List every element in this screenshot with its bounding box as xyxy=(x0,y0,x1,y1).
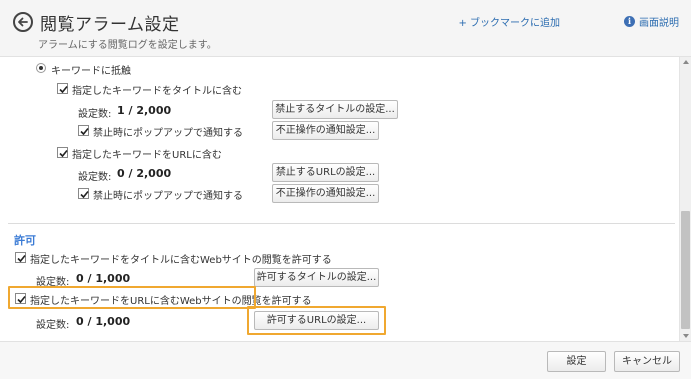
allow-section-title: 許可 xyxy=(14,234,36,247)
title-popup-checkbox[interactable] xyxy=(78,125,89,136)
url-count-value: 0 / 2,000 xyxy=(117,167,172,180)
settings-content: キーワードに抵触 指定したキーワードをタイトルに含む 設定数: 1 / 2,00… xyxy=(0,57,679,341)
info-icon: i xyxy=(624,16,635,27)
add-bookmark-link[interactable]: + ブックマークに追加 xyxy=(458,14,560,29)
keyword-violation-label: キーワードに抵触 xyxy=(51,66,131,77)
allow-title-count-value: 0 / 1,000 xyxy=(76,272,131,285)
forbidden-url-settings-button[interactable]: 禁止するURLの設定... xyxy=(272,163,379,182)
screen-help-link[interactable]: i 画面説明 xyxy=(624,14,679,29)
arrow-left-icon xyxy=(18,17,28,27)
save-button[interactable]: 設定 xyxy=(547,351,606,372)
scroll-down-arrow-icon[interactable] xyxy=(683,334,689,338)
title-notify-settings-button[interactable]: 不正操作の通知設定... xyxy=(272,121,379,140)
url-popup-label: 禁止時にポップアップで通知する xyxy=(93,191,243,202)
checkmark-icon xyxy=(17,254,26,263)
url-popup-checkbox[interactable] xyxy=(78,188,89,199)
title-keyword-checkbox[interactable] xyxy=(57,83,68,94)
forbidden-title-settings-button[interactable]: 禁止するタイトルの設定... xyxy=(272,100,398,119)
screen-help-label: 画面説明 xyxy=(639,18,679,29)
back-button[interactable] xyxy=(13,12,33,32)
allow-url-count-label: 設定数: xyxy=(36,320,70,331)
url-notify-settings-button[interactable]: 不正操作の通知設定... xyxy=(272,184,379,203)
title-keyword-label: 指定したキーワードをタイトルに含む xyxy=(72,86,242,97)
scroll-up-arrow-icon[interactable] xyxy=(683,60,689,64)
page-header: 閲覧アラーム設定 アラームにする閲覧ログを設定します。 + ブックマークに追加 … xyxy=(0,0,691,57)
allow-url-checkbox[interactable] xyxy=(15,293,26,304)
page-title: 閲覧アラーム設定 xyxy=(40,15,180,35)
url-keyword-checkbox[interactable] xyxy=(57,147,68,158)
allowed-title-settings-button[interactable]: 許可するタイトルの設定... xyxy=(254,268,379,287)
title-count-value: 1 / 2,000 xyxy=(117,104,172,117)
dialog-footer: 設定 キャンセル xyxy=(0,341,691,379)
checkmark-icon xyxy=(59,149,68,158)
allow-title-label: 指定したキーワードをタイトルに含むWebサイトの閲覧を許可する xyxy=(30,255,332,266)
url-count-label: 設定数: xyxy=(78,172,112,183)
title-count-label: 設定数: xyxy=(78,109,112,120)
section-divider xyxy=(8,223,675,224)
checkmark-icon xyxy=(80,127,89,136)
scroll-thumb[interactable] xyxy=(681,211,690,329)
title-popup-label: 禁止時にポップアップで通知する xyxy=(93,128,243,139)
page-subtitle: アラームにする閲覧ログを設定します。 xyxy=(38,40,217,51)
url-keyword-label: 指定したキーワードをURLに含む xyxy=(72,150,222,161)
checkmark-icon xyxy=(59,85,68,94)
allow-title-checkbox[interactable] xyxy=(15,252,26,263)
allow-title-count-label: 設定数: xyxy=(36,277,70,288)
vertical-scrollbar[interactable] xyxy=(679,57,691,341)
checkmark-icon xyxy=(17,295,26,304)
allowed-url-settings-button[interactable]: 許可するURLの設定... xyxy=(254,311,379,330)
allow-url-count-value: 0 / 1,000 xyxy=(76,315,131,328)
keyword-violation-radio[interactable] xyxy=(36,63,46,73)
allow-url-label: 指定したキーワードをURLに含むWebサイトの閲覧を許可する xyxy=(30,296,312,307)
cancel-button[interactable]: キャンセル xyxy=(614,351,680,372)
checkmark-icon xyxy=(80,190,89,199)
